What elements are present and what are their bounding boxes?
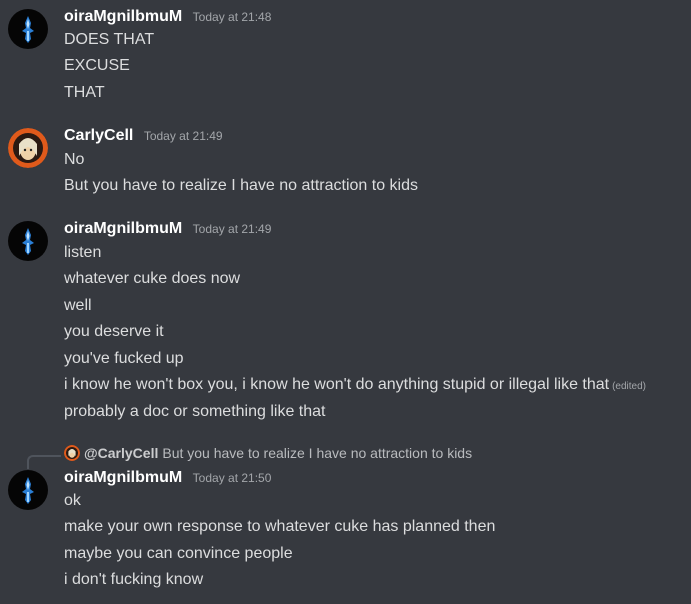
message-text: But you have to realize I have no attrac… bbox=[64, 177, 418, 194]
username[interactable]: oiraMgnilbmuM bbox=[64, 220, 182, 237]
username[interactable]: CarlyCell bbox=[64, 127, 133, 144]
message-header: CarlyCell Today at 21:49 bbox=[64, 127, 223, 145]
message-text-edited: i know he won't box you, i know he won't… bbox=[64, 375, 646, 397]
message-text: whatever cuke does now bbox=[64, 270, 241, 287]
avatar-oiramgnilbmum[interactable] bbox=[8, 9, 48, 49]
message-text: EXCUSE bbox=[64, 57, 130, 74]
message-text: probably a doc or something like that bbox=[64, 403, 326, 420]
reply-spine bbox=[27, 455, 61, 469]
timestamp: Today at 21:48 bbox=[192, 10, 272, 24]
message-text: ok bbox=[64, 492, 81, 509]
message-text: make your own response to whatever cuke … bbox=[64, 518, 496, 535]
message-text: maybe you can convince people bbox=[64, 545, 293, 562]
reply-text: But you have to realize I have no attrac… bbox=[162, 445, 473, 461]
timestamp: Today at 21:49 bbox=[192, 222, 272, 236]
message-text: THAT bbox=[64, 84, 105, 101]
reply-avatar bbox=[64, 445, 80, 461]
edited-label: (edited) bbox=[612, 381, 646, 392]
message-text: i know he won't box you, i know he won't… bbox=[64, 376, 610, 393]
timestamp: Today at 21:49 bbox=[143, 129, 223, 143]
avatar-carlycell[interactable] bbox=[8, 128, 48, 168]
message-text: listen bbox=[64, 244, 102, 261]
message-text: you deserve it bbox=[64, 323, 164, 340]
message-text: you've fucked up bbox=[64, 350, 184, 367]
message-text: No bbox=[64, 151, 85, 168]
message-header: oiraMgnilbmuM Today at 21:49 bbox=[64, 220, 271, 238]
message-text: i don't fucking know bbox=[64, 571, 204, 588]
avatar-oiramgnilbmum[interactable] bbox=[8, 221, 48, 261]
avatar-oiramgnilbmum[interactable] bbox=[8, 470, 48, 510]
message-text: well bbox=[64, 297, 92, 314]
username[interactable]: oiraMgnilbmuM bbox=[64, 8, 182, 25]
message-header: oiraMgnilbmuM Today at 21:50 bbox=[64, 469, 271, 487]
username[interactable]: oiraMgnilbmuM bbox=[64, 469, 182, 486]
message-text: DOES THAT bbox=[64, 31, 155, 48]
message-header: oiraMgnilbmuM Today at 21:48 bbox=[64, 8, 271, 26]
reply-mention[interactable]: @CarlyCell bbox=[84, 444, 158, 462]
reply-preview[interactable]: @CarlyCell But you have to realize I hav… bbox=[64, 444, 472, 462]
timestamp: Today at 21:50 bbox=[192, 471, 272, 485]
